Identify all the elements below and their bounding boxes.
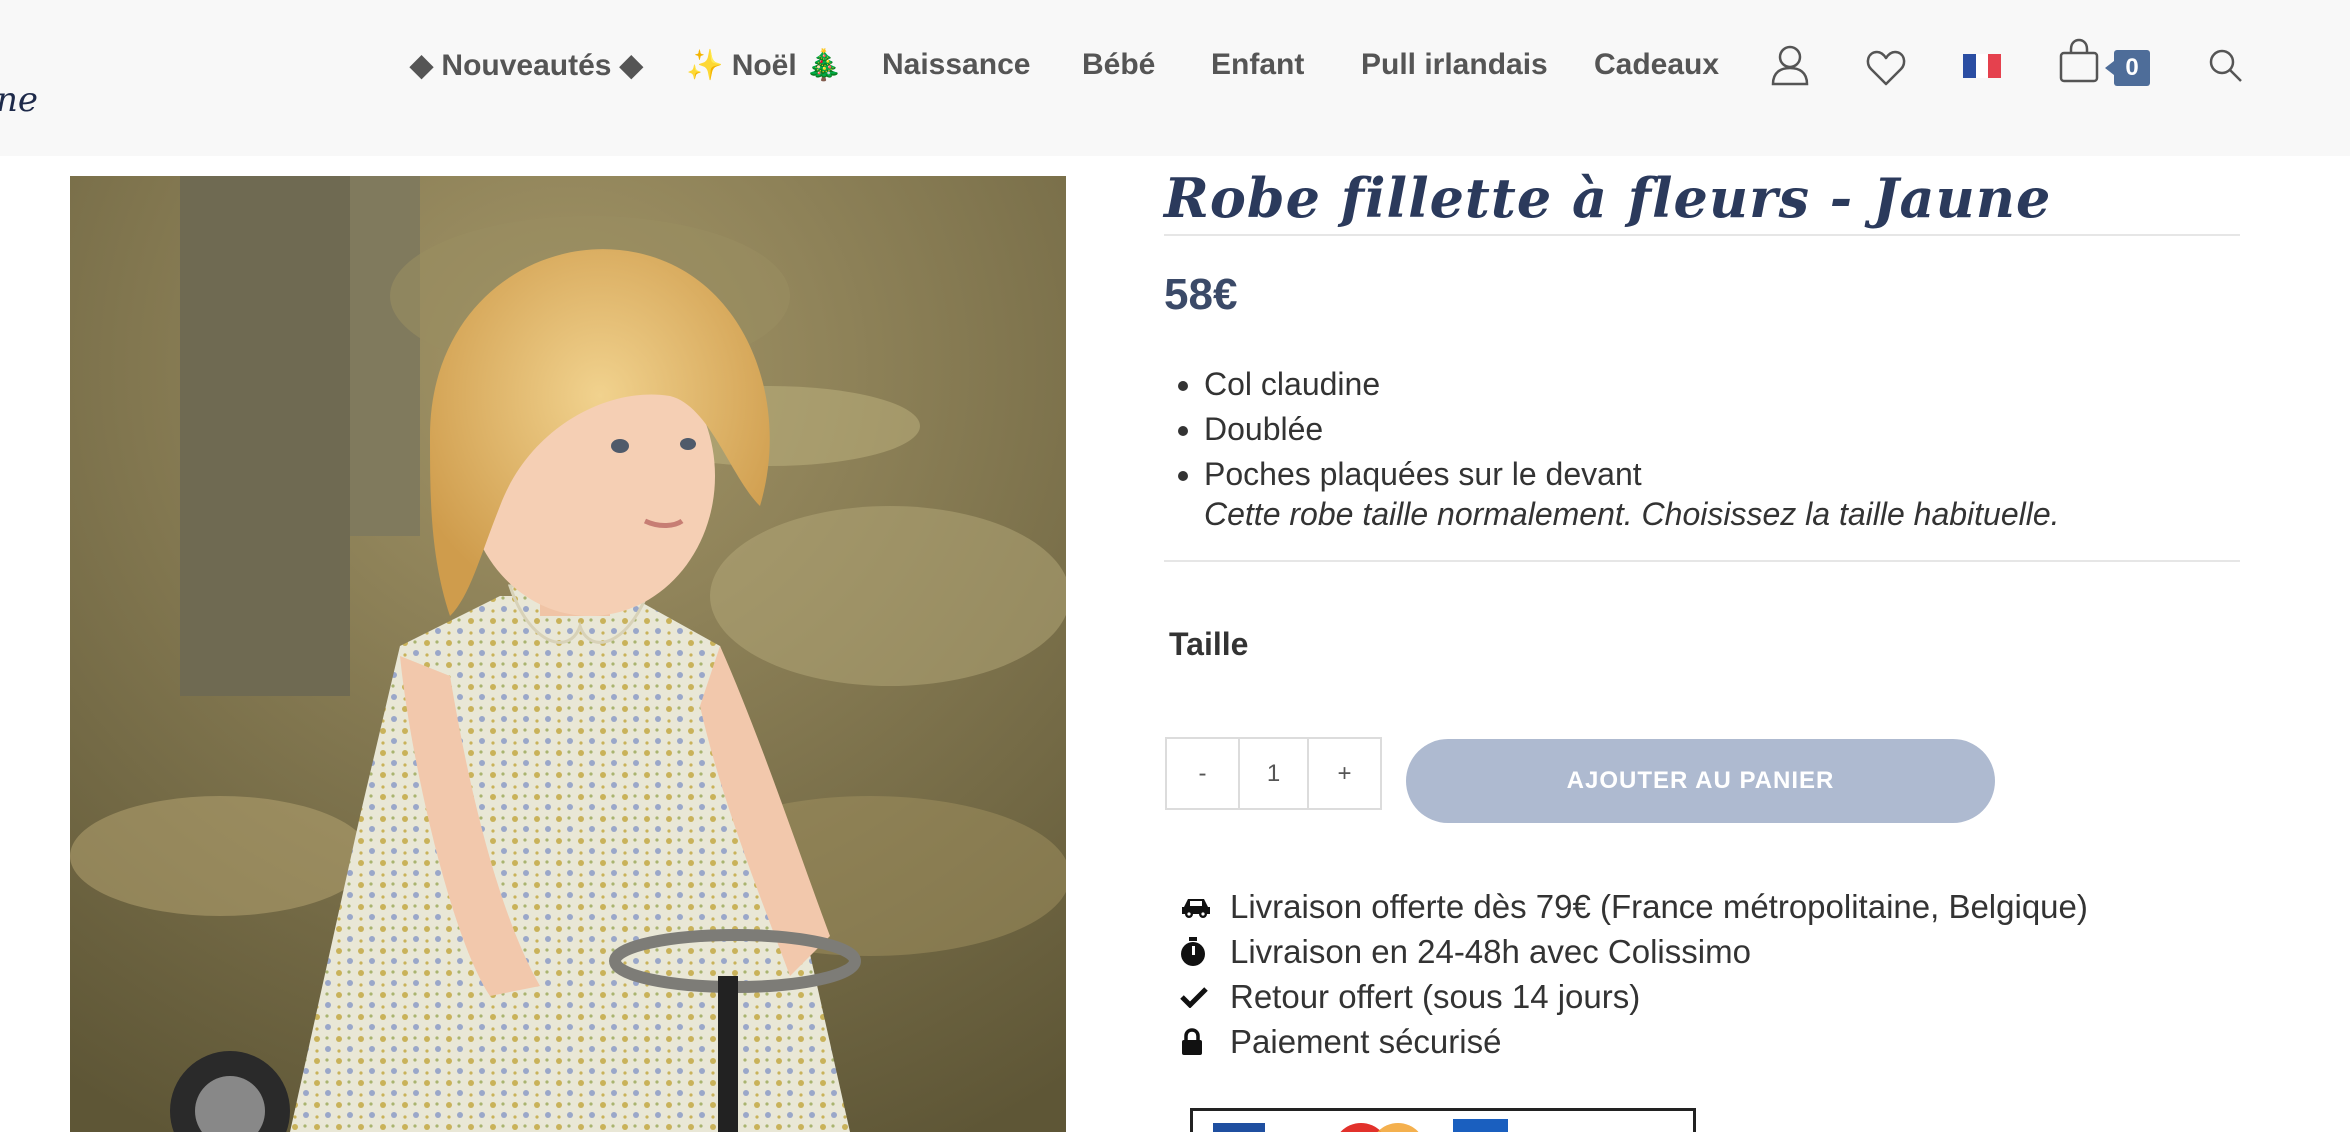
nav-item-noel[interactable]: ✨ Noël 🎄 bbox=[686, 48, 842, 83]
quantity-stepper: - 1 + bbox=[1165, 737, 1382, 810]
shopping-bag-icon[interactable] bbox=[2058, 38, 2100, 88]
feature-text: Paiement sécurisé bbox=[1230, 1022, 1502, 1060]
site-header: ne ◆ Nouveautés ◆ ✨ Noël 🎄 Naissance Béb… bbox=[0, 0, 2350, 156]
nav-item-enfant[interactable]: Enfant bbox=[1211, 48, 1304, 82]
list-item: Col claudine bbox=[1164, 362, 1642, 407]
size-note: Cette robe taille normalement. Choisisse… bbox=[1204, 496, 2060, 532]
lock-icon bbox=[1180, 1027, 1230, 1056]
user-icon[interactable] bbox=[1770, 44, 1810, 90]
feature-item: Livraison en 24-48h avec Colissimo bbox=[1180, 929, 2088, 974]
divider bbox=[1164, 560, 2240, 562]
feature-item: Livraison offerte dès 79€ (France métrop… bbox=[1180, 884, 2088, 929]
heart-icon[interactable] bbox=[1866, 49, 1906, 91]
list-item: Poches plaquées sur le devant bbox=[1164, 452, 1642, 497]
payment-logos bbox=[1190, 1108, 1696, 1132]
france-flag-icon[interactable] bbox=[1963, 54, 2001, 82]
cart-count-badge[interactable]: 0 bbox=[2105, 50, 2150, 86]
nav-item-cadeaux[interactable]: Cadeaux bbox=[1594, 48, 1719, 82]
feature-item: Retour offert (sous 14 jours) bbox=[1180, 974, 2088, 1019]
product-price: 58€ bbox=[1164, 270, 1238, 319]
feature-text: Livraison en 24-48h avec Colissimo bbox=[1230, 932, 1751, 970]
features-list: Livraison offerte dès 79€ (France métrop… bbox=[1180, 884, 2088, 1064]
nav-item-bebe[interactable]: Bébé bbox=[1082, 48, 1155, 82]
car-icon bbox=[1180, 895, 1230, 919]
divider bbox=[1164, 234, 2240, 236]
product-title: Robe fillette à fleurs - Jaune bbox=[1164, 166, 2052, 230]
feature-text: Livraison offerte dès 79€ (France métrop… bbox=[1230, 887, 2088, 925]
list-item: Doublée bbox=[1164, 407, 1642, 452]
search-icon[interactable] bbox=[2208, 48, 2244, 88]
nav-item-nouveautes[interactable]: ◆ Nouveautés ◆ bbox=[410, 48, 643, 83]
size-label: Taille bbox=[1169, 626, 1249, 662]
check-icon bbox=[1180, 986, 1230, 1008]
feature-text: Retour offert (sous 14 jours) bbox=[1230, 977, 1641, 1015]
add-to-cart-button[interactable]: AJOUTER AU PANIER bbox=[1406, 739, 1995, 823]
site-logo[interactable]: ne bbox=[0, 80, 38, 120]
feature-item: Paiement sécurisé bbox=[1180, 1019, 2088, 1064]
quantity-increase-button[interactable]: + bbox=[1309, 739, 1380, 808]
stopwatch-icon bbox=[1180, 936, 1230, 967]
product-details-list: Col claudine Doublée Poches plaquées sur… bbox=[1164, 362, 1642, 497]
quantity-input[interactable]: 1 bbox=[1238, 739, 1309, 808]
nav-item-naissance[interactable]: Naissance bbox=[882, 48, 1030, 82]
nav-item-pull-irlandais[interactable]: Pull irlandais bbox=[1361, 48, 1548, 82]
quantity-decrease-button[interactable]: - bbox=[1167, 739, 1238, 808]
product-image[interactable] bbox=[70, 176, 1066, 1132]
